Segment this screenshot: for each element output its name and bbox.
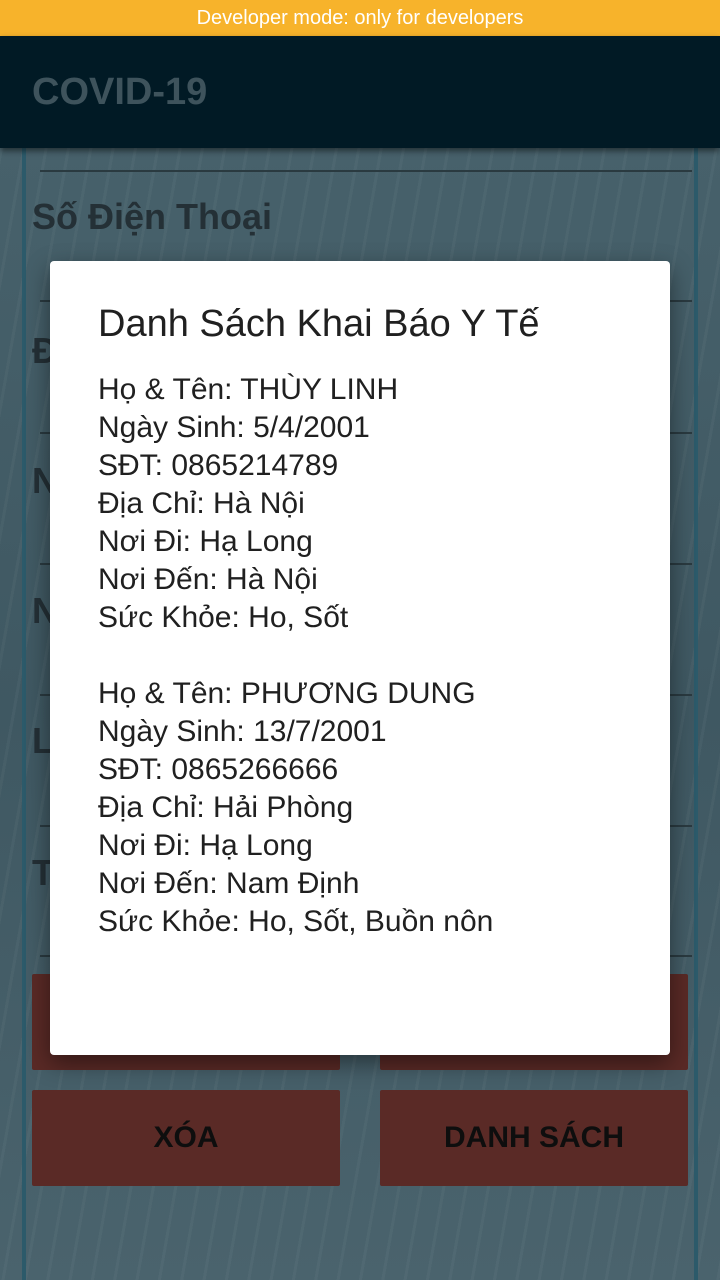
entry-address: Địa Chỉ: Hà Nội — [98, 487, 305, 520]
entry-health: Sức Khỏe: Ho, Sốt, Buồn nôn — [98, 905, 494, 938]
entry-dob: Ngày Sinh: 5/4/2001 — [98, 411, 370, 444]
entry-to: Nơi Đến: Hà Nội — [98, 563, 318, 596]
delete-button[interactable]: XÓA — [32, 1090, 340, 1186]
entry-address: Địa Chỉ: Hải Phòng — [98, 791, 354, 824]
app-bar: COVID-19 — [0, 36, 720, 148]
entry-name: Họ & Tên: PHƯƠNG DUNG — [98, 677, 476, 710]
entry-from: Nơi Đi: Hạ Long — [98, 525, 313, 558]
entry-health: Sức Khỏe: Ho, Sốt — [98, 601, 349, 634]
phone-field-label[interactable]: Số Điện Thoại — [32, 196, 272, 238]
list-button[interactable]: DANH SÁCH — [380, 1090, 688, 1186]
list-item: Họ & Tên: PHƯƠNG DUNG Ngày Sinh: 13/7/20… — [98, 675, 638, 941]
entry-to: Nơi Đến: Nam Định — [98, 867, 360, 900]
entry-phone: SĐT: 0865214789 — [98, 449, 339, 482]
panel-border-right — [694, 148, 698, 1280]
panel-border-left — [22, 148, 26, 1280]
dialog-title: Danh Sách Khai Báo Y Tế — [98, 303, 540, 345]
medical-declaration-list-dialog: Danh Sách Khai Báo Y Tế Họ & Tên: THÙY L… — [50, 261, 670, 1055]
entry-name: Họ & Tên: THÙY LINH — [98, 373, 399, 406]
dialog-body: Họ & Tên: THÙY LINH Ngày Sinh: 5/4/2001 … — [98, 371, 638, 979]
entry-dob: Ngày Sinh: 13/7/2001 — [98, 715, 387, 748]
developer-mode-banner: Developer mode: only for developers — [0, 0, 720, 36]
entry-phone: SĐT: 0865266666 — [98, 753, 339, 786]
field-underline — [40, 170, 692, 172]
list-item: Họ & Tên: THÙY LINH Ngày Sinh: 5/4/2001 … — [98, 371, 638, 637]
app-title: COVID-19 — [32, 70, 208, 113]
entry-from: Nơi Đi: Hạ Long — [98, 829, 313, 862]
